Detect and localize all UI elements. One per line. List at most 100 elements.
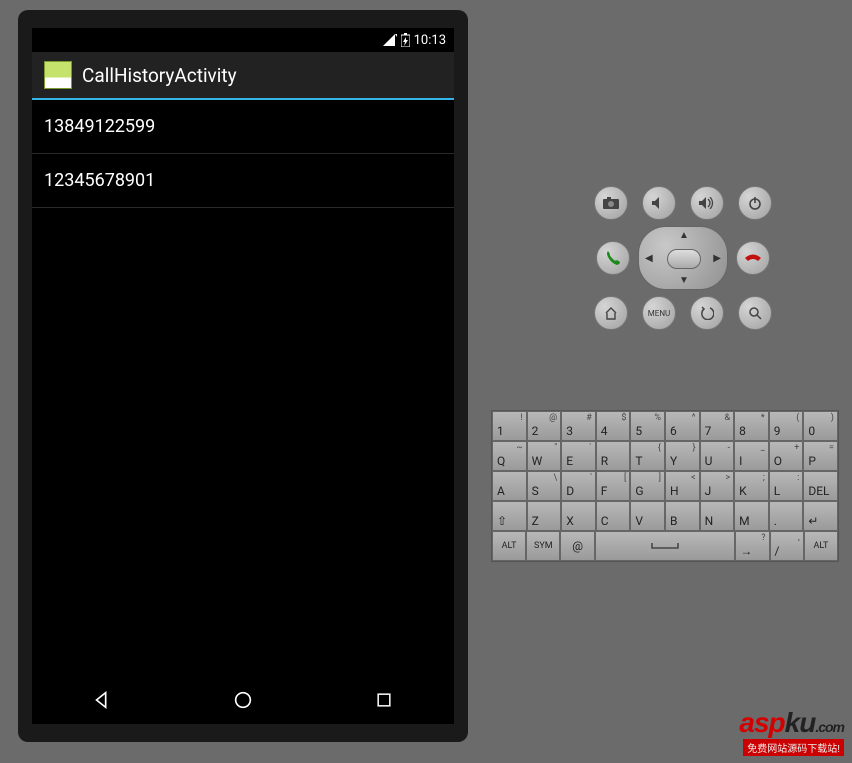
app-title: CallHistoryActivity [82,64,237,87]
key-e[interactable]: E` [561,441,596,471]
search-button[interactable] [738,296,772,330]
key-1[interactable]: 1! [492,411,527,441]
key-z[interactable]: Z [527,501,562,531]
nav-home-button[interactable] [227,684,259,716]
key-⇧[interactable]: ⇧ [492,501,527,531]
key-alt-label: ~ [516,443,522,453]
camera-button[interactable] [594,186,628,220]
key-g[interactable]: G] [630,471,665,501]
key-y[interactable]: Y} [665,441,700,471]
key-main-label: H [670,484,679,498]
key-o[interactable]: O+ [769,441,804,471]
key-alt-label: ' [590,473,592,483]
key-main-label: 3 [566,424,573,438]
key-alt-left[interactable]: ALT [492,531,526,561]
key-f[interactable]: F[ [596,471,631,501]
key-main-label: 2 [532,424,539,438]
call-number: 12345678901 [44,170,155,191]
key-alt-label: > [725,473,730,483]
app-icon [44,61,72,89]
menu-button[interactable]: MENU [642,296,676,330]
key-arrow[interactable]: →? [735,531,769,561]
key-.[interactable]: . [769,501,804,531]
keyboard-row-3: AS\D'F[G]H<J>K;L:DEL [492,471,838,501]
key-8[interactable]: 8* [734,411,769,441]
key-↵[interactable]: ↵ [803,501,838,531]
dpad-left-icon[interactable]: ◀ [645,253,653,264]
list-item[interactable]: 12345678901 [32,154,454,208]
key-main-label: J [705,484,712,498]
key-s[interactable]: S\ [527,471,562,501]
key-alt-label: [ [624,473,626,483]
home-button[interactable] [594,296,628,330]
key-alt-label: ] [659,473,661,483]
nav-back-button[interactable] [86,684,118,716]
key-space[interactable] [595,531,736,561]
key-alt-label: ! [520,413,522,423]
key-j[interactable]: J> [700,471,735,501]
dpad-down-icon[interactable]: ▼ [679,275,689,286]
volume-up-button[interactable] [690,186,724,220]
status-bar: 10:13 [32,28,454,52]
key-0[interactable]: 0) [803,411,838,441]
key-3[interactable]: 3# [561,411,596,441]
dpad-up-icon[interactable]: ▲ [679,230,689,241]
list-item[interactable]: 13849122599 [32,100,454,154]
key-5[interactable]: 5% [630,411,665,441]
key-q[interactable]: Q~ [492,441,527,471]
key-t[interactable]: T{ [630,441,665,471]
key-del[interactable]: DEL [803,471,838,501]
key-x[interactable]: X [561,501,596,531]
key-main-label: O [774,454,782,468]
call-history-list[interactable]: 13849122599 12345678901 [32,100,454,676]
key-main-label: 5 [635,424,642,438]
key-6[interactable]: 6^ [665,411,700,441]
key-slash-alt: , [798,533,800,543]
key-u[interactable]: U- [700,441,735,471]
key-alt-label: } [693,443,696,453]
key-p[interactable]: P= [803,441,838,471]
key-n[interactable]: N [700,501,735,531]
power-button[interactable] [738,186,772,220]
key-main-label: 9 [774,424,781,438]
dpad-right-icon[interactable]: ▶ [713,253,721,264]
key-main-label: . [774,514,777,528]
key-7[interactable]: 7& [700,411,735,441]
key-main-label: L [774,484,780,498]
key-m[interactable]: M [734,501,769,531]
key-k[interactable]: K; [734,471,769,501]
key-l[interactable]: L: [769,471,804,501]
key-b[interactable]: B [665,501,700,531]
nav-recent-button[interactable] [368,684,400,716]
volume-down-button[interactable] [642,186,676,220]
key-alt-label: ( [796,413,799,423]
watermark-brand: aspku.com [739,707,844,739]
key-r[interactable]: R [596,441,631,471]
key-sym[interactable]: SYM [526,531,560,561]
key-alt-right[interactable]: ALT [804,531,838,561]
key-9[interactable]: 9( [769,411,804,441]
key-main-label: E [566,454,573,468]
key-alt-label: * [761,413,765,423]
key-w[interactable]: W" [527,441,562,471]
key-arrow-label: → [740,544,752,558]
key-v[interactable]: V [630,501,665,531]
action-bar: CallHistoryActivity [32,52,454,100]
back-button[interactable] [690,296,724,330]
hardware-keyboard: 1!2@3#4$5%6^7&8*9(0) Q~W"E`RT{Y}U-I_O+P=… [491,410,839,562]
key-c[interactable]: C [596,501,631,531]
key-h[interactable]: H< [665,471,700,501]
keyboard-row-1: 1!2@3#4$5%6^7&8*9(0) [492,411,838,441]
key-at[interactable]: @ [560,531,594,561]
status-time: 10:13 [414,33,446,48]
dpad-center-button[interactable] [667,249,701,269]
key-slash[interactable]: /, [770,531,804,561]
key-i[interactable]: I_ [734,441,769,471]
key-4[interactable]: 4$ [596,411,631,441]
key-d[interactable]: D' [561,471,596,501]
key-a[interactable]: A [492,471,527,501]
key-2[interactable]: 2@ [527,411,562,441]
end-call-button[interactable] [736,241,770,275]
call-button[interactable] [596,241,630,275]
dpad[interactable]: ▲ ▼ ◀ ▶ [638,226,728,290]
